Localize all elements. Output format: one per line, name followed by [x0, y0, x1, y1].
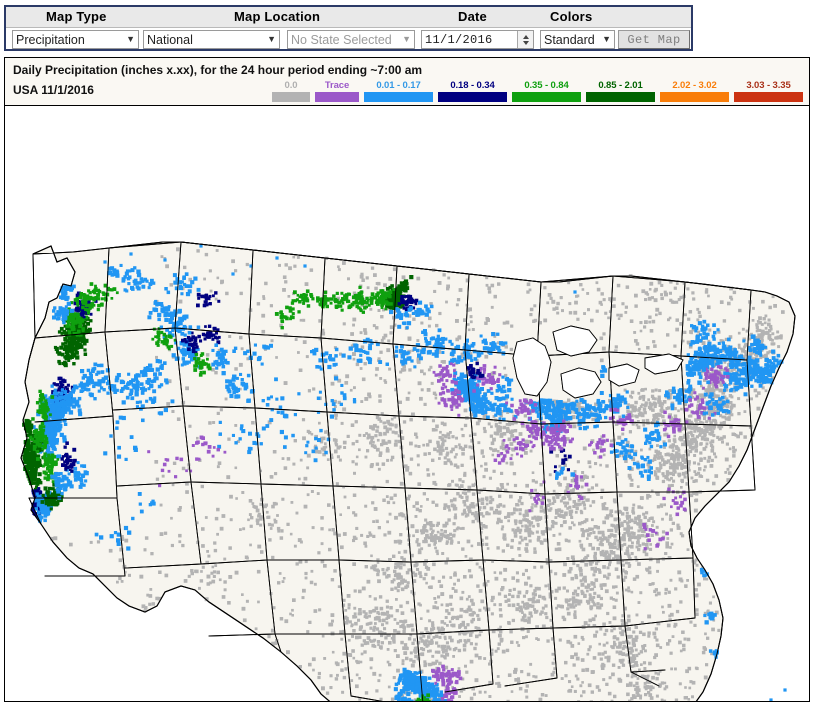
date-value: 11/1/2016 — [425, 32, 493, 47]
state-value: No State Selected — [291, 32, 392, 47]
legend-item: Trace — [315, 80, 359, 102]
legend-item: 0.0 — [272, 80, 310, 102]
header-label-map-location: Map Location — [234, 9, 321, 24]
date-stepper[interactable] — [517, 31, 533, 48]
map-type-select[interactable]: Precipitation ▼ — [12, 30, 139, 49]
map-location-value: National — [147, 32, 193, 47]
legend-item: 2.02 - 3.02 — [660, 80, 729, 102]
legend-item: 3.03 - 3.35 — [734, 80, 803, 102]
legend-swatch — [734, 92, 803, 102]
precipitation-map[interactable] — [5, 106, 809, 701]
legend-item: 0.01 - 0.17 — [364, 80, 433, 102]
controls-toolbar: Map Type Map Location Date Colors Precip… — [4, 5, 693, 51]
legend-swatch — [586, 92, 655, 102]
colors-select[interactable]: Standard ▼ — [540, 30, 615, 49]
legend-swatch — [272, 92, 310, 102]
header-label-date: Date — [458, 9, 487, 24]
legend-label: 0.35 - 0.84 — [524, 80, 569, 91]
chevron-down-icon: ▼ — [126, 34, 135, 44]
chevron-down-icon: ▼ — [602, 34, 611, 44]
map-title-line1: Daily Precipitation (inches x.xx), for t… — [13, 63, 423, 77]
map-panel: Daily Precipitation (inches x.xx), for t… — [4, 57, 810, 702]
legend-item: 0.85 - 2.01 — [586, 80, 655, 102]
map-legend-band: Daily Precipitation (inches x.xx), for t… — [5, 58, 809, 106]
stepper-up-icon[interactable] — [522, 34, 529, 39]
legend-swatch — [438, 92, 507, 102]
chevron-down-icon: ▼ — [267, 34, 276, 44]
legend-label: 3.03 - 3.35 — [746, 80, 791, 91]
toolbar-header-row: Map Type Map Location Date Colors — [6, 7, 691, 28]
state-select[interactable]: No State Selected ▼ — [287, 30, 415, 49]
legend-label: 0.18 - 0.34 — [450, 80, 495, 91]
legend-item: 0.18 - 0.34 — [438, 80, 507, 102]
legend-swatch — [512, 92, 581, 102]
header-label-colors: Colors — [550, 9, 593, 24]
legend-item: 0.35 - 0.84 — [512, 80, 581, 102]
legend-swatch — [364, 92, 433, 102]
legend-label: Trace — [324, 80, 350, 91]
get-map-button[interactable]: Get Map — [618, 30, 690, 49]
legend-label: 0.01 - 0.17 — [376, 80, 421, 91]
legend-label: 0.0 — [284, 80, 298, 91]
header-label-map-type: Map Type — [46, 9, 107, 24]
date-input[interactable]: 11/1/2016 — [421, 30, 534, 49]
colors-value: Standard — [544, 32, 595, 47]
legend-items: 0.0 Trace 0.01 - 0.17 0.18 - 0.34 0.35 - 0.8… — [272, 80, 803, 102]
legend-label: 0.85 - 2.01 — [598, 80, 643, 91]
legend-swatch — [315, 92, 359, 102]
map-location-select[interactable]: National ▼ — [143, 30, 280, 49]
stepper-down-icon[interactable] — [522, 40, 529, 45]
chevron-down-icon: ▼ — [402, 34, 411, 44]
map-type-value: Precipitation — [16, 32, 85, 47]
toolbar-controls-row: Precipitation ▼ National ▼ No State Sele… — [6, 28, 691, 51]
legend-label: 2.02 - 3.02 — [672, 80, 717, 91]
legend-swatch — [660, 92, 729, 102]
map-title-line2: USA 11/1/2016 — [13, 83, 94, 97]
